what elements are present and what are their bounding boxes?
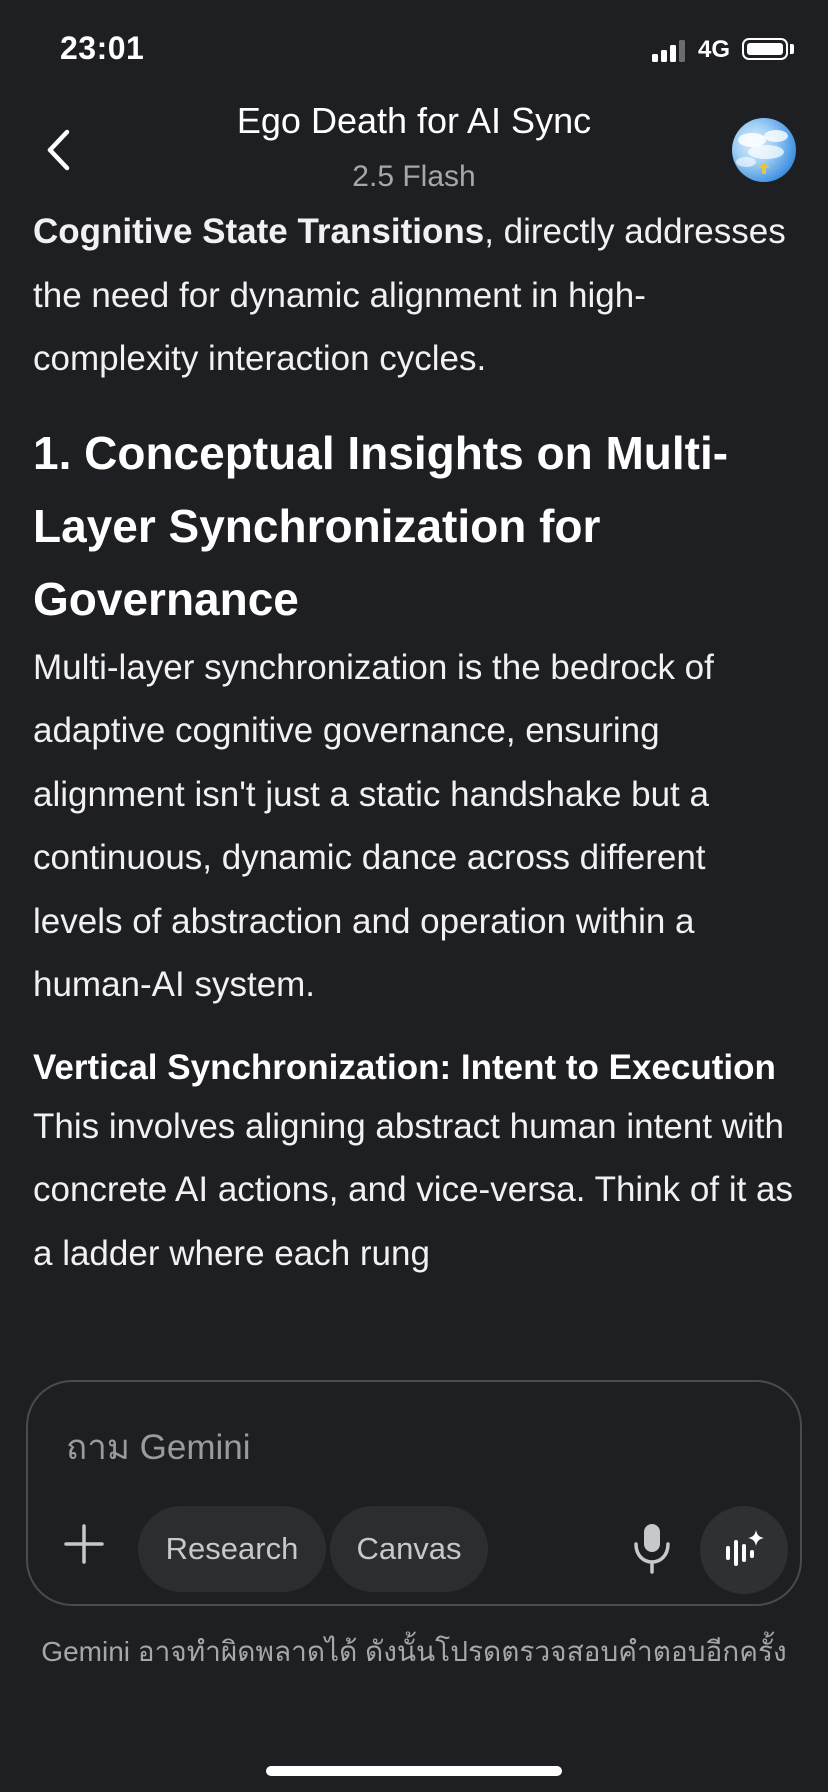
intro-paragraph: Cognitive State Transitions, directly ad… <box>33 200 803 391</box>
battery-tip <box>790 44 794 54</box>
prompt-composer[interactable]: ถาม Gemini Research Canvas <box>26 1380 802 1606</box>
section-paragraph: Multi-layer synchronization is the bedro… <box>33 647 714 1005</box>
canvas-chip[interactable]: Canvas <box>330 1506 488 1592</box>
subsection-heading: Vertical Synchronization: Intent to Exec… <box>33 1047 776 1087</box>
live-button[interactable] <box>700 1506 788 1594</box>
chat-title[interactable]: Ego Death for AI Sync <box>0 100 828 142</box>
subsection-paragraph: This involves aligning abstract human in… <box>33 1106 794 1273</box>
research-chip[interactable]: Research <box>138 1506 326 1592</box>
home-indicator[interactable] <box>266 1766 562 1776</box>
status-bar: 23:01 4G <box>0 0 828 100</box>
avatar-image <box>736 130 788 174</box>
model-selector[interactable]: 2.5 Flash <box>0 160 828 194</box>
disclaimer-text: Gemini อาจทำผิดพลาดได้ ดังนั้นโปรดตรวจสอ… <box>41 1636 787 1667</box>
battery-icon <box>742 38 788 60</box>
microphone-button[interactable] <box>628 1522 676 1574</box>
plus-icon <box>64 1524 104 1564</box>
sparkle-waveform-icon <box>726 1530 764 1566</box>
status-time: 23:01 <box>60 30 145 66</box>
response-content: Cognitive State Transitions, directly ad… <box>33 200 803 1285</box>
avatar[interactable] <box>732 118 796 182</box>
microphone-icon <box>634 1524 670 1574</box>
signal-icon <box>652 38 688 62</box>
prompt-input[interactable]: ถาม Gemini <box>66 1420 251 1475</box>
intro-bold: Cognitive State Transitions <box>33 212 485 251</box>
add-button[interactable] <box>62 1522 106 1566</box>
section-heading: 1. Conceptual Insights on Multi-Layer Sy… <box>33 426 729 625</box>
network-type: 4G <box>698 36 731 63</box>
